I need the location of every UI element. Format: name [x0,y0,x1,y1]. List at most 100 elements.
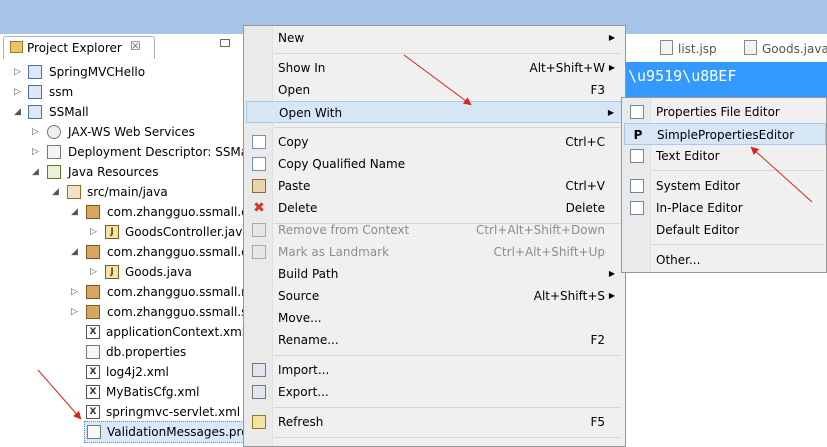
submenu-item-default-editor[interactable]: Default Editor [624,219,826,241]
menu-item-open-with[interactable]: Open With ▶ [246,101,623,123]
tree-item-label: SSMall [49,105,89,119]
menu-item-label: Export... [278,385,329,399]
menu-item-shortcut: Ctrl+Alt+Shift+Down [475,223,605,237]
submenu-item-other[interactable]: Other... [624,249,826,271]
import-icon [252,363,266,377]
tree-item-label: Goods.java [125,265,192,279]
menu-item-import[interactable]: Import... [246,359,623,381]
menu-item-copy[interactable]: Copy Ctrl+C [246,131,623,153]
xml-file-icon: X [86,325,100,339]
tree-item-label: springmvc-servlet.xml [106,405,241,419]
jsp-file-icon [660,40,673,55]
menu-item-label: Move... [278,311,322,325]
menu-item-shortcut: F5 [590,415,605,429]
menu-item-paste[interactable]: Paste Ctrl+V [246,175,623,197]
collapsed-arrow-icon[interactable]: ▷ [71,282,81,302]
collapsed-arrow-icon[interactable]: ▷ [90,262,100,282]
package-icon [86,285,100,299]
expanded-arrow-icon[interactable]: ◢ [52,182,62,202]
menu-item-remove-from-context[interactable]: Remove from Context Ctrl+Alt+Shift+Down [246,219,623,241]
menu-item-move[interactable]: Move... [246,307,623,329]
menu-item-mark-as-landmark[interactable]: Mark as Landmark Ctrl+Alt+Shift+Up [246,241,623,263]
collapsed-arrow-icon[interactable]: ▷ [90,222,100,242]
collapsed-arrow-icon[interactable]: ▷ [32,142,42,162]
editor-selected-text-value: \u9519\u8BEF [628,67,737,85]
menu-item-shortcut: Alt+Shift+S [533,289,605,303]
menu-separator [652,244,824,245]
package-icon [86,245,100,259]
menu-item-export[interactable]: Export... [246,381,623,403]
in-place-editor-icon [630,201,644,215]
xml-file-icon: X [86,385,100,399]
menu-item-source[interactable]: Source Alt+Shift+S ▶ [246,285,623,307]
expanded-arrow-icon[interactable]: ◢ [71,242,81,262]
submenu-item-text-editor[interactable]: Text Editor [624,145,826,167]
submenu-arrow-icon: ▶ [608,269,615,278]
menu-item-shortcut: Alt+Shift+W [529,61,606,75]
copy-icon [252,157,266,171]
menu-item-label: Import... [278,363,330,377]
editor-tab-list-jsp[interactable]: list.jsp [660,40,717,56]
collapsed-arrow-icon[interactable]: ▷ [14,82,24,102]
tree-item-label: ValidationMessages.properties [107,425,243,439]
menu-item-build-path[interactable]: Build Path ▶ [246,263,623,285]
menu-item-new[interactable]: New ▶ [246,27,623,49]
expanded-arrow-icon[interactable]: ◢ [71,202,81,222]
properties-file-icon [87,425,101,439]
remove-context-icon [252,223,266,237]
menu-item-label: New [278,31,305,45]
menu-item-label: Paste [278,179,311,193]
menu-item-open[interactable]: Open F3 [246,79,623,101]
menu-item-shortcut: F2 [590,333,605,347]
menu-item-rename[interactable]: Rename... F2 [246,329,623,351]
menu-item-delete[interactable]: ✖ Delete Delete [246,197,623,219]
open-with-submenu: Properties File Editor P SimplePropertie… [621,97,827,273]
submenu-arrow-icon: ▶ [608,33,615,42]
menu-separator [274,127,621,128]
tree-item-label: SpringMVCHello [49,65,146,79]
java-resources-icon [47,165,61,179]
package-icon [86,305,100,319]
expanded-arrow-icon[interactable]: ◢ [32,162,42,182]
expanded-arrow-icon[interactable]: ◢ [14,102,24,122]
menu-item-show-in[interactable]: Show In Alt+Shift+W ▶ [246,57,623,79]
submenu-item-in-place-editor[interactable]: In-Place Editor [624,197,826,219]
editor-tab-label: Goods.java [762,42,827,56]
system-editor-icon [630,179,644,193]
submenu-item-simple-properties-editor[interactable]: P SimplePropertiesEditor [624,123,826,145]
collapsed-arrow-icon[interactable]: ▷ [32,122,42,142]
menu-item-refresh[interactable]: Refresh F5 [246,411,623,433]
delete-icon: ✖ [253,200,265,216]
deployment-descriptor-icon [47,145,61,159]
submenu-item-properties-file-editor[interactable]: Properties File Editor [624,101,826,123]
collapsed-arrow-icon[interactable]: ▷ [71,302,81,322]
menu-item-shortcut: Ctrl+V [565,179,605,193]
landmark-icon [252,245,266,259]
submenu-item-system-editor[interactable]: System Editor [624,175,826,197]
tab-project-explorer[interactable]: Project Explorer ☒ [3,36,155,59]
minimize-icon[interactable] [220,39,230,47]
menu-item-label: Copy [278,135,309,149]
editor-tab-goods-java[interactable]: Goods.java [744,40,827,56]
menu-separator [274,407,621,408]
refresh-icon [252,415,266,429]
close-icon[interactable]: ☒ [130,39,141,53]
tree-item-label: db.properties [106,345,187,359]
tree-item-label: ssm [49,85,74,99]
editor-selected-text[interactable]: \u9519\u8BEF [626,62,827,91]
editor-body[interactable] [626,274,827,447]
copy-icon [252,135,266,149]
tree-item-label: Java Resources [68,165,159,179]
simple-properties-editor-icon: P [633,128,643,142]
menu-item-label: Other... [656,253,701,267]
menu-item-shortcut: Ctrl+Alt+Shift+Up [493,245,605,259]
menu-item-label: Default Editor [656,223,740,237]
source-folder-icon [67,185,81,199]
menu-item-copy-qualified-name[interactable]: Copy Qualified Name [246,153,623,175]
menu-item-label: Source [278,289,320,303]
tree-item-validationmessages[interactable]: ValidationMessages.properties [84,421,243,443]
java-file-icon: J [105,265,119,279]
folder-icon [10,41,23,53]
menu-item-shortcut: F3 [590,83,605,97]
collapsed-arrow-icon[interactable]: ▷ [14,62,24,82]
